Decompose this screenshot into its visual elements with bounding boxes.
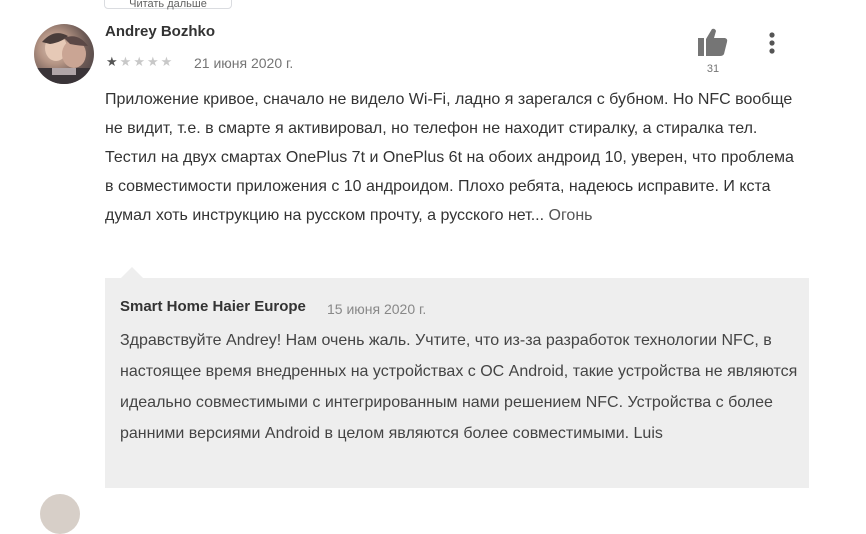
reply-text: Здравствуйте Andrey! Нам очень жаль. Учт…	[120, 332, 798, 442]
star-icon: ★	[106, 54, 118, 69]
read-more-button[interactable]: Читать дальше	[104, 0, 232, 10]
star-rating: ★ ★ ★ ★ ★	[106, 55, 172, 69]
star-icon: ★	[160, 54, 173, 69]
star-icon: ★	[146, 54, 159, 69]
review-more-text: Огонь	[544, 207, 593, 224]
next-review-author	[105, 492, 225, 506]
developer-reply: Smart Home Haier Europe 15 июня 2020 г. …	[105, 267, 809, 488]
helpful-count: 31	[706, 63, 720, 75]
developer-name: Smart Home Haier Europe	[120, 298, 306, 315]
thumbs-up-icon[interactable]	[697, 27, 729, 57]
more-vert-icon[interactable]	[764, 31, 780, 55]
next-review-avatar	[40, 494, 80, 534]
star-icon: ★	[133, 54, 145, 69]
review-text: Приложение кривое, сначало не видело Wi-…	[105, 85, 805, 230]
review-author: Andrey Bozhko	[105, 23, 216, 40]
avatar	[34, 24, 94, 84]
review-body: Приложение кривое, сначало не видело Wi-…	[105, 91, 794, 224]
reply-date: 15 июня 2020 г.	[327, 301, 427, 317]
review-date: 21 июня 2020 г.	[194, 55, 294, 71]
star-icon: ★	[119, 54, 132, 69]
